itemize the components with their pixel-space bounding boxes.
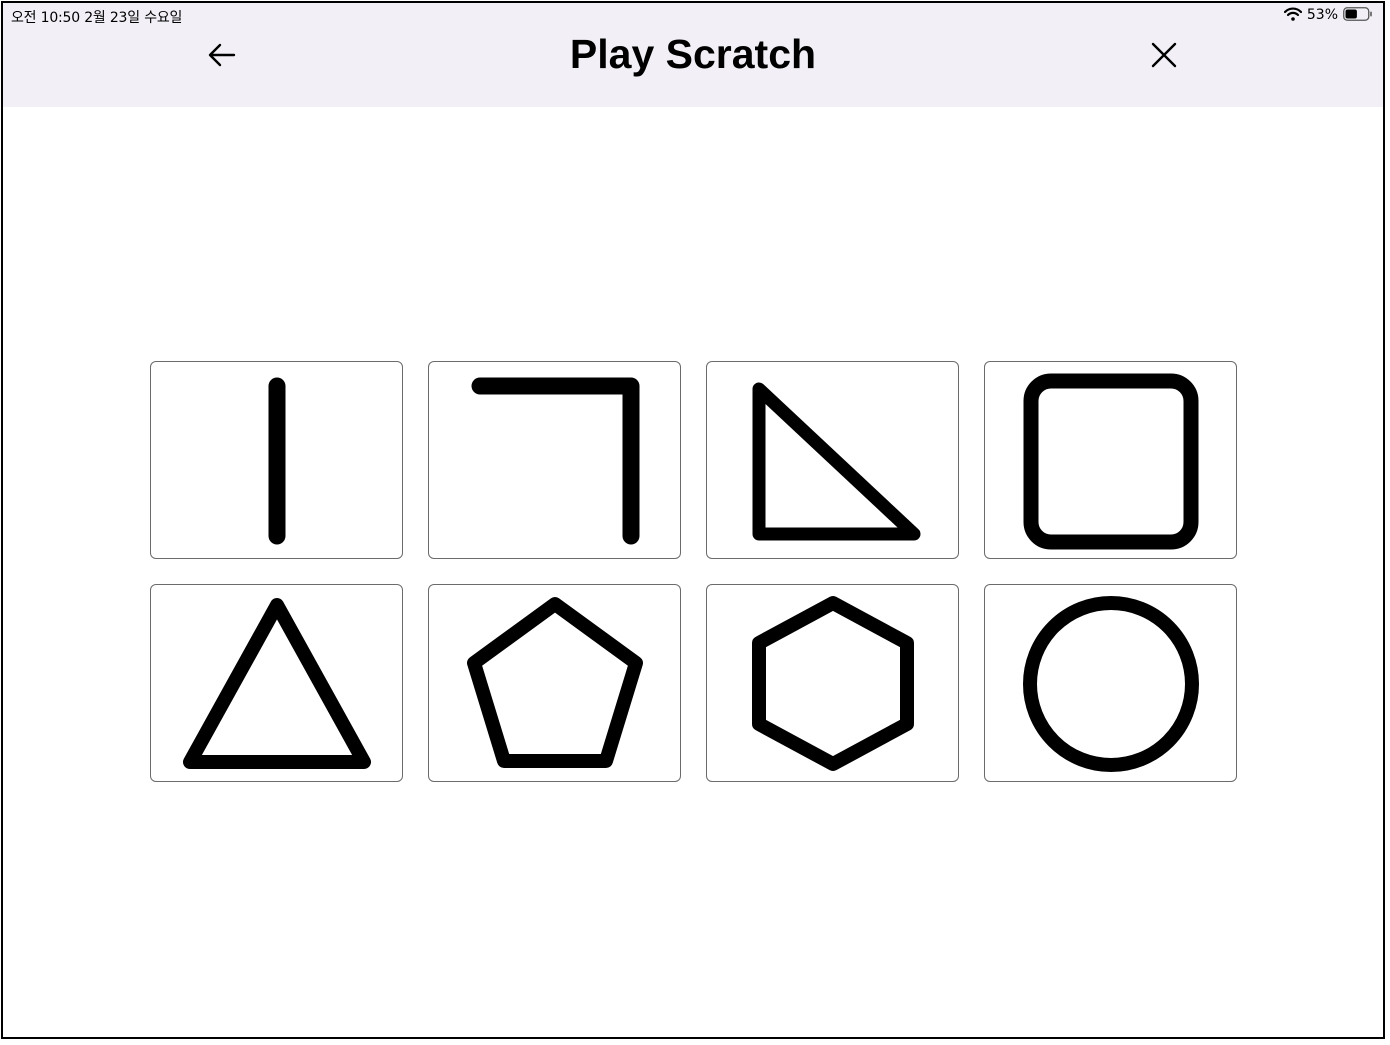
status-bar: 오전 10:50 2월 23일 수요일 53% [3,3,1383,27]
wifi-icon [1283,6,1302,25]
shape-card-square[interactable] [984,361,1237,559]
battery-level-fill [1345,9,1357,18]
shape-card-angle[interactable] [428,361,681,559]
battery-percent: 53% [1306,7,1338,23]
right-triangle-shape-icon [752,382,920,540]
navigation-bar: Play Scratch [3,27,1383,107]
close-button[interactable] [1144,35,1184,75]
shape-card-triangle[interactable] [150,584,403,782]
hexagon-shape-icon [751,595,914,771]
square-shape-icon [1023,373,1198,549]
status-indicators: 53% [1283,6,1373,25]
battery-icon [1343,6,1373,25]
close-icon [1151,42,1177,68]
status-time: 오전 10:50 2월 23일 수요일 [11,10,183,26]
shape-card-hexagon[interactable] [706,584,959,782]
angle-shape-icon [471,377,639,544]
shape-grid [150,361,1237,782]
circle-shape-icon [1022,595,1199,772]
triangle-shape-icon [182,597,371,769]
shape-card-right-triangle[interactable] [706,361,959,559]
shape-card-circle[interactable] [984,584,1237,782]
shape-card-pentagon[interactable] [428,584,681,782]
pentagon-shape-icon [466,596,643,768]
shape-card-line[interactable] [150,361,403,559]
line-shape-icon [268,377,285,544]
